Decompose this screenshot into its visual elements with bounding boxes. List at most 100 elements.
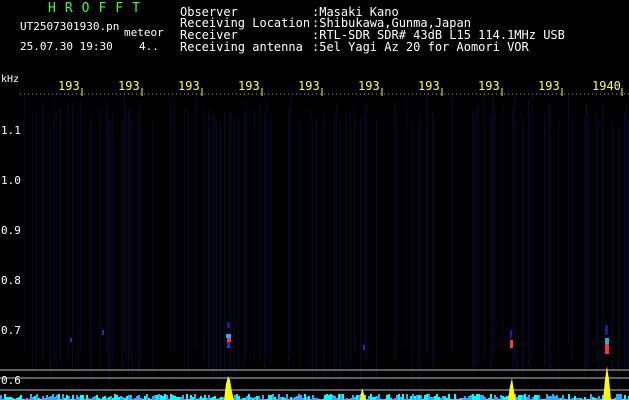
noise-column bbox=[90, 114, 91, 383]
y-tick-label: 1.1 bbox=[1, 124, 21, 137]
noise-column bbox=[572, 113, 573, 365]
noise-column bbox=[366, 105, 367, 359]
spectrum-bin bbox=[80, 395, 82, 400]
spectrum-bin bbox=[342, 394, 344, 400]
spectrum-bin bbox=[94, 396, 96, 400]
spectrum-bin bbox=[536, 395, 538, 400]
spectrum-bin bbox=[444, 396, 446, 400]
noise-column bbox=[360, 117, 361, 385]
spectrum-bin bbox=[76, 395, 78, 400]
spectrum-bin bbox=[506, 396, 508, 400]
spectrum-bin bbox=[326, 394, 328, 400]
y-tick-label: 0.9 bbox=[1, 224, 21, 237]
spectrum-bin bbox=[158, 394, 160, 400]
noise-column bbox=[528, 100, 529, 365]
noise-column bbox=[346, 112, 347, 364]
spectrum-bin bbox=[278, 394, 280, 400]
noise-column bbox=[122, 117, 123, 372]
spectrum-bin bbox=[238, 396, 240, 400]
noise-column bbox=[474, 115, 475, 372]
spectrum-bin bbox=[34, 396, 36, 400]
noise-column bbox=[32, 112, 33, 370]
spectrum-bin bbox=[130, 395, 132, 400]
spectrum-bin bbox=[476, 394, 478, 400]
meteor-echo-1-core bbox=[227, 338, 231, 342]
spectrum-bin bbox=[128, 395, 130, 400]
noise-column bbox=[584, 116, 585, 379]
spectrum-bin bbox=[258, 396, 260, 400]
spectrum-bin bbox=[68, 396, 70, 400]
spectrum-bin bbox=[190, 395, 192, 400]
spectrum-bin bbox=[300, 395, 302, 400]
meteor-echo-2-core bbox=[510, 340, 513, 348]
spectrum-bin bbox=[426, 394, 428, 400]
noise-column bbox=[238, 116, 239, 367]
noise-column bbox=[514, 97, 515, 366]
noise-column bbox=[618, 124, 619, 389]
spectrum-bin bbox=[416, 395, 418, 400]
noise-column bbox=[492, 98, 493, 357]
weak-echo bbox=[363, 345, 365, 350]
noise-column bbox=[42, 99, 43, 360]
noise-column bbox=[376, 119, 377, 381]
spectrum-bin bbox=[358, 395, 360, 400]
noise-column bbox=[516, 122, 517, 376]
noise-column bbox=[100, 108, 101, 366]
noise-column bbox=[558, 121, 559, 384]
spectrum-bin bbox=[568, 394, 570, 400]
noise-column bbox=[350, 117, 351, 377]
spectrum-bin bbox=[528, 395, 530, 400]
spectrum-bin bbox=[464, 396, 466, 400]
noise-column bbox=[132, 121, 133, 376]
noise-column bbox=[420, 112, 421, 380]
spectrum-bin bbox=[388, 394, 390, 400]
noise-column bbox=[266, 100, 267, 356]
spectrum-bin bbox=[330, 394, 332, 400]
y-tick-label: 0.8 bbox=[1, 274, 21, 287]
spectrum-bin bbox=[420, 395, 422, 400]
spectrum-bin bbox=[356, 395, 358, 400]
noise-column bbox=[170, 99, 171, 352]
meteor-echo-1-tail bbox=[227, 342, 230, 348]
spectrum-bin bbox=[248, 394, 250, 400]
noise-column bbox=[316, 119, 317, 377]
meteor-echo-3-core bbox=[605, 344, 609, 354]
spectrum-bin bbox=[114, 394, 116, 400]
spectrum-bin bbox=[200, 396, 202, 400]
noise-column bbox=[598, 121, 599, 375]
noise-column bbox=[124, 95, 125, 352]
noise-column bbox=[364, 108, 365, 359]
meteor-echo-3 bbox=[605, 325, 608, 335]
spectrum-bin bbox=[86, 395, 88, 400]
spectrum-bin bbox=[406, 394, 408, 400]
spectrum-bin bbox=[418, 395, 420, 400]
noise-column bbox=[412, 123, 413, 390]
noise-column bbox=[472, 108, 473, 368]
noise-column bbox=[418, 124, 419, 390]
spectrum-bin bbox=[62, 394, 64, 400]
spectrum-bin bbox=[46, 395, 48, 400]
noise-column bbox=[270, 112, 271, 363]
noise-column bbox=[502, 104, 503, 354]
spectrum-peak-1 bbox=[224, 376, 234, 400]
spectrum-bin bbox=[334, 396, 336, 400]
noise-column bbox=[234, 118, 235, 378]
spectrum-bin bbox=[72, 395, 74, 400]
noise-column bbox=[196, 97, 197, 348]
noise-columns bbox=[24, 95, 629, 390]
spectrum-bin bbox=[20, 395, 22, 400]
spectrum-bin bbox=[590, 394, 592, 400]
noise-column bbox=[478, 102, 479, 364]
spectrum-bin bbox=[246, 396, 248, 400]
spectrum-bin bbox=[338, 394, 340, 400]
spectrum-bin bbox=[160, 395, 162, 400]
noise-column bbox=[406, 97, 407, 348]
spectrum-bin bbox=[182, 395, 184, 400]
spectrum-bin bbox=[164, 394, 166, 400]
spectrum-bin bbox=[58, 394, 60, 400]
spectrum-bin bbox=[332, 395, 334, 400]
noise-column bbox=[394, 101, 395, 362]
spectrum-bin bbox=[144, 396, 146, 400]
noise-column bbox=[216, 121, 217, 379]
spectrum-bin bbox=[624, 395, 626, 400]
